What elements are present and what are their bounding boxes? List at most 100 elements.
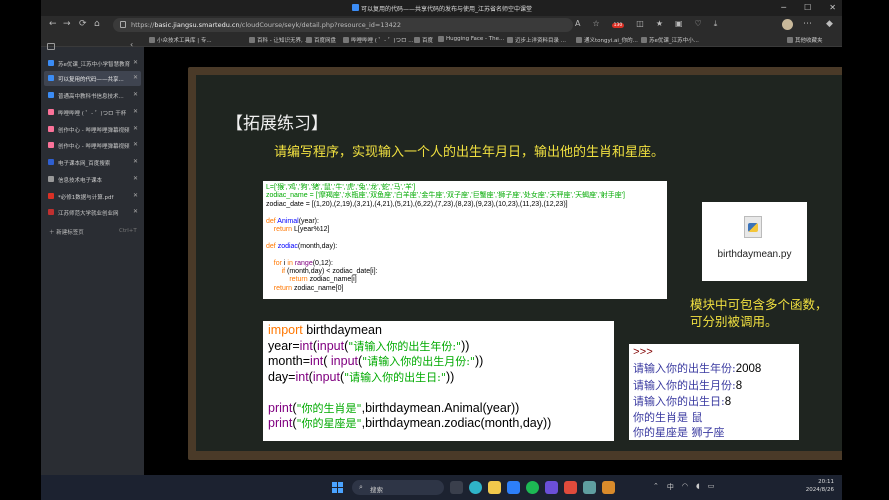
browser-essentials-icon[interactable]: ♡ [695,19,702,29]
close-tab-icon[interactable]: ✕ [133,108,138,115]
url-field[interactable]: https://basic.jiangsu.smartedu.cn/cloudC… [113,18,573,32]
shell-prompt: >>> [633,347,653,359]
ime-icon[interactable]: 中 [667,482,674,492]
wechat-icon[interactable] [526,481,539,494]
shell-line: 你的生肖是 鼠 [633,411,703,425]
address-toolbar: ← → ⟳ ⌂ https://basic.jiangsu.smartedu.c… [41,16,842,34]
code-line: zodiac_date = [(1,20),(2,19),(3,21),(4,2… [266,200,568,208]
close-tab-icon[interactable]: ✕ [133,175,138,182]
windows-start-icon[interactable] [332,482,343,493]
bookmark-item[interactable]: 小众技术工具库 | 专... [149,36,212,44]
app-icon[interactable] [602,481,615,494]
more-menu-icon[interactable]: ⋯ [803,19,812,29]
sidebar-tab[interactable]: 创作中心 - 哔哩哔哩弹幕视频 ✕ [44,122,141,137]
close-tab-icon[interactable]: ✕ [133,208,138,215]
tab-favicon-icon [48,159,54,165]
close-tab-icon[interactable]: ✕ [133,59,138,66]
bookmark-icon [249,37,255,43]
forward-button[interactable]: → [63,19,71,29]
close-tab-icon[interactable]: ✕ [133,91,138,98]
sidebar-tab[interactable]: 普通高中教科书信息技术... ✕ [44,88,141,103]
sidebar-tab[interactable]: 信息技术电子课本 ✕ [44,172,141,187]
tab-favicon-icon [48,142,54,148]
edge-browser-icon[interactable] [469,481,482,494]
close-window-button[interactable]: ✕ [829,3,836,12]
read-aloud-icon[interactable]: A [575,19,580,29]
wifi-icon[interactable]: ◠ [682,482,688,492]
split-screen-icon[interactable]: ◫ [636,19,644,29]
battery-icon[interactable]: ▭ [708,482,715,492]
collapse-sidebar-icon[interactable]: ‹ [130,40,133,49]
favorite-star-icon[interactable]: ☆ [592,19,599,29]
sidebar-tab[interactable]: 创作中心 - 哔哩哔哩弹幕视频 ✕ [44,138,141,153]
file-explorer-icon[interactable] [488,481,501,494]
close-tab-icon[interactable]: ✕ [133,141,138,148]
task-view-icon[interactable] [450,481,463,494]
chalkboard: 【拓展练习】 请编写程序，实现输入一个人的出生年月日，输出他的生肖和星座。 L=… [196,75,842,451]
sidebar-tab[interactable]: 电子课本网_百度搜索 ✕ [44,155,141,170]
code-line: if (month,day) < zodiac_date[i]: [281,268,378,276]
url-text: https://basic.jiangsu.smartedu.cn/cloudC… [131,21,402,29]
downloads-icon[interactable]: ⤓ [714,19,718,29]
close-tab-icon[interactable]: ✕ [133,74,138,81]
code-line: return L[year%12] [273,226,330,234]
slide-note: 模块中可包含多个函数， 可分别被调用。 [690,297,828,329]
bookmark-item[interactable]: 哔哩哔哩 ( ゜- ゜)つロ ... [343,36,414,44]
sidebar-tab[interactable]: 哔哩哔哩 ( ゜- ゜)つロ 干杯 ✕ [44,105,141,120]
tab-favicon-icon [48,75,54,81]
code-line: def Animal(year): [266,217,319,225]
code-line: import birthdaymean [268,323,382,337]
sidebar-tab[interactable]: 江苏师范大学就业创业网 ✕ [44,205,141,220]
extension-badge-icon[interactable]: 130 [611,19,625,29]
window-title: 可以复用的代码——共享代码的发布与使用_江苏省名师空中课堂 [361,6,533,13]
app-icon[interactable] [564,481,577,494]
collections-icon[interactable]: ▣ [675,19,683,29]
tab-actions-icon[interactable] [47,43,55,50]
bookmark-icon [641,37,647,43]
maximize-button[interactable]: ☐ [804,3,811,12]
back-button[interactable]: ← [49,19,57,29]
code-line: print("你的星座是",birthdaymean.zodiac(month,… [268,416,552,430]
bookmark-item[interactable]: 迈步上洋资料目录 ... [507,36,566,44]
bookmark-icon [414,37,420,43]
tray-chevron-icon[interactable]: ⌃ [653,482,659,492]
sidebar-tab[interactable]: 苏e优课_江苏中小学智慧教育 ✕ [44,56,141,71]
reload-button[interactable]: ⟳ [79,19,87,29]
store-icon[interactable] [507,481,520,494]
minimize-button[interactable]: ─ [781,3,786,12]
bookmark-item[interactable]: Hugging Face - The... [438,36,504,42]
bookmark-item[interactable]: 百度网盘 [306,36,336,44]
bookmark-icon [149,37,155,43]
bookmark-item[interactable]: 百度 [414,36,433,44]
app-icon[interactable] [545,481,558,494]
lock-icon [120,21,126,28]
close-tab-icon[interactable]: ✕ [133,125,138,132]
taskbar-clock[interactable]: 20:11 2024/8/26 [806,479,834,494]
copilot-icon[interactable]: ◆ [826,19,833,29]
sidebar-tab[interactable]: *必修1数据与计算.pdf ✕ [44,189,141,204]
favorites-icon[interactable]: ★ [656,19,663,29]
code-line: return zodiac_name[0] [273,284,344,292]
home-button[interactable]: ⌂ [94,19,100,29]
file-name: birthdaymean.py [717,249,792,260]
app-icon[interactable] [583,481,596,494]
bookmark-item[interactable]: 苏e优课_江苏中小... [641,36,699,44]
sidebar-tab-active[interactable]: 可以复用的代码——共享... ✕ [44,71,141,86]
folder-icon [787,37,793,43]
close-tab-icon[interactable]: ✕ [133,158,138,165]
code-line: def zodiac(month,day): [266,242,338,250]
clock-date: 2024/8/26 [805,486,834,493]
bookmark-icon [576,37,582,43]
bookmark-item[interactable]: 百科 - 让知识无界, ... [249,36,310,44]
bookmark-folder-other[interactable]: 其他收藏夹 [787,36,823,44]
profile-avatar[interactable] [782,19,793,30]
code-line: return zodiac_name[i] [289,276,357,284]
code-line: month=int( input("请输入你的出生月份:")) [268,354,484,368]
new-tab-button[interactable]: ＋ 新建标签页 Ctrl+T [49,228,137,236]
volume-icon[interactable]: ◖ [696,482,700,492]
bookmark-item[interactable]: 通义tongyi.ai_你的... [576,36,638,44]
python-file-icon [744,216,762,238]
close-tab-icon[interactable]: ✕ [133,192,138,199]
tab-favicon-icon [48,60,54,66]
taskbar-search[interactable]: ⌕ 搜索 [352,480,444,495]
